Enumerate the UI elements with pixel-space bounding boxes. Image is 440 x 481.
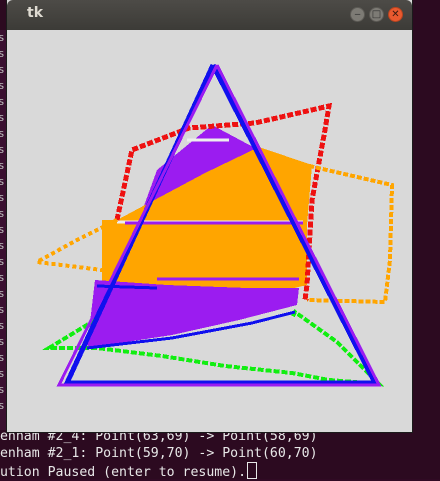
- terminal-strip-char: s: [0, 287, 5, 300]
- terminal-strip-char: s: [0, 127, 5, 140]
- terminal-strip-char: s: [0, 143, 5, 156]
- purple-fill-lower: [87, 280, 299, 348]
- terminal-strip-char: s: [0, 319, 5, 332]
- terminal-strip-char: s: [0, 255, 5, 268]
- terminal-strip-char: s: [0, 367, 5, 380]
- terminal-strip-char: s: [0, 31, 5, 44]
- terminal-cursor: [247, 462, 258, 479]
- terminal-left-strip: ssssssssssssssssssssssss: [0, 30, 7, 430]
- terminal-strip-char: s: [0, 159, 5, 172]
- terminal-strip-char: s: [0, 271, 5, 284]
- terminal-strip-char: s: [0, 239, 5, 252]
- terminal-strip-char: s: [0, 63, 5, 76]
- terminal-strip-char: s: [0, 191, 5, 204]
- canvas-svg: [30, 63, 395, 387]
- terminal-strip-char: s: [0, 111, 5, 124]
- maximize-button[interactable]: □: [369, 7, 384, 22]
- window-title: tk: [27, 5, 44, 21]
- terminal-strip-char: s: [0, 335, 5, 348]
- terminal-strip-char: s: [0, 95, 5, 108]
- blue-line-lower: [96, 284, 158, 290]
- terminal-line-2: senham #2_1: Point(59,70) -> Point(60,70…: [0, 446, 318, 461]
- terminal-strip-char: s: [0, 207, 5, 220]
- close-button[interactable]: ✕: [388, 7, 403, 22]
- terminal-strip-char: s: [0, 351, 5, 364]
- minimize-icon: ‒: [354, 8, 361, 20]
- title-bar[interactable]: tk ‒ □ ✕: [7, 0, 412, 30]
- terminal-strip-char: s: [0, 223, 5, 236]
- terminal-line-3-text: cution Paused (enter to resume).: [0, 465, 247, 480]
- close-icon: ✕: [391, 8, 400, 20]
- minimize-button[interactable]: ‒: [350, 7, 365, 22]
- terminal-strip-char: s: [0, 399, 5, 412]
- terminal-line-3: cution Paused (enter to resume).: [0, 462, 258, 481]
- terminal-strip-char: s: [0, 383, 5, 396]
- tk-window: tk ‒ □ ✕: [7, 0, 412, 432]
- terminal-strip-char: s: [0, 79, 5, 92]
- drawing-canvas[interactable]: [7, 30, 412, 432]
- terminal-strip-char: s: [0, 175, 5, 188]
- maximize-icon: □: [371, 8, 382, 20]
- terminal-strip-char: s: [0, 303, 5, 316]
- terminal-strip-char: s: [0, 47, 5, 60]
